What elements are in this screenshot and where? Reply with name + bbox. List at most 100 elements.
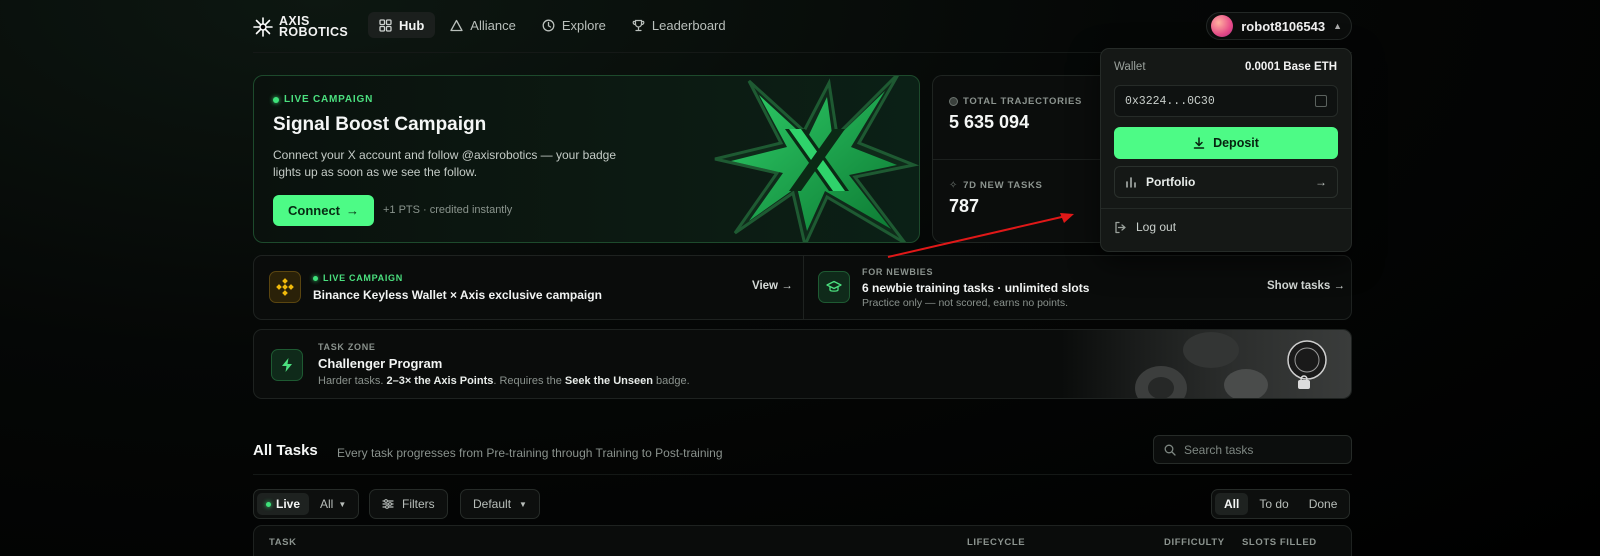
wallet-header: Wallet 0.0001 Base ETH — [1114, 61, 1337, 73]
binance-live-tag: LIVE CAMPAIGN — [313, 273, 403, 283]
challenger-banner-image — [1061, 330, 1351, 398]
portfolio-label: Portfolio — [1146, 175, 1196, 189]
menu-divider — [1101, 208, 1351, 209]
live-campaign-label: LIVE CAMPAIGN — [284, 94, 374, 105]
status-tab-all[interactable]: All — [1215, 493, 1249, 515]
filters-label: Filters — [402, 497, 435, 511]
total-trajectories-value: 5 635 094 — [949, 112, 1030, 132]
nav-label-leaderboard: Leaderboard — [651, 17, 726, 33]
wallet-address-field[interactable]: 0x3224...0C30 — [1114, 85, 1338, 117]
hero-description: Connect your X account and follow @axisr… — [273, 148, 617, 179]
download-icon — [1193, 137, 1205, 149]
logout-icon — [1115, 221, 1126, 233]
section-divider — [253, 474, 1352, 475]
filters-button[interactable]: Filters — [369, 489, 448, 519]
status-tab-label: To do — [1259, 497, 1289, 511]
deposit-label: Deposit — [1213, 136, 1259, 150]
total-trajectories-stat: TOTAL TRAJECTORIES 5 635 094 — [949, 96, 1082, 133]
robot-scene-illustration — [1135, 332, 1327, 398]
task-zone-tag: TASK ZONE — [318, 342, 376, 352]
grid-icon — [379, 18, 392, 32]
campaign-strip: LIVE CAMPAIGN Binance Keyless Wallet × A… — [253, 255, 1352, 320]
bar-chart-icon — [1126, 177, 1136, 188]
challenger-description: Harder tasks. 2–3× the Axis Points. Requ… — [318, 375, 690, 387]
all-tasks-title: All Tasks — [253, 442, 318, 459]
wallet-balance: 0.0001 Base ETH — [1244, 61, 1337, 73]
live-filter-toggle: Live All ▼ — [253, 489, 360, 519]
wallet-dropdown-menu: Wallet 0.0001 Base ETH 0x3224...0C30 Dep… — [1100, 48, 1352, 252]
filter-live[interactable]: Live — [257, 493, 310, 515]
column-slots-filled[interactable]: SLOTS FILLED — [1242, 537, 1317, 548]
sparkle-icon — [253, 17, 273, 37]
nav-menu: Hub Alliance Explore Leaderboard — [368, 12, 737, 38]
arrow-right-icon: → — [1333, 280, 1345, 292]
newbies-subtitle: Practice only — not scored, earns no poi… — [862, 297, 1069, 309]
binance-view-link[interactable]: View → — [752, 280, 793, 292]
deposit-button[interactable]: Deposit — [1114, 127, 1338, 159]
column-difficulty[interactable]: DIFFICULTY — [1164, 537, 1225, 548]
nav-item-explore[interactable]: Explore — [531, 12, 617, 38]
nav-item-hub[interactable]: Hub — [368, 12, 436, 38]
show-tasks-label: Show tasks — [1267, 280, 1331, 292]
search-placeholder: Search tasks — [1184, 442, 1254, 457]
connect-button-label: Connect — [288, 203, 340, 218]
new-tasks-value: 787 — [949, 196, 980, 216]
show-tasks-link[interactable]: Show tasks → — [1267, 280, 1345, 292]
trophy-icon — [632, 19, 645, 31]
challenger-desc-part: Harder tasks. — [318, 375, 387, 387]
username: robot8106543 — [1241, 18, 1326, 34]
caret-up-icon: ▲ — [1333, 21, 1342, 31]
sliders-icon — [382, 499, 394, 509]
filter-all-label: All — [320, 497, 334, 511]
nav-item-alliance[interactable]: Alliance — [439, 12, 527, 38]
copy-icon[interactable] — [1315, 95, 1327, 107]
strip-divider — [803, 256, 804, 319]
challenger-program-card[interactable]: TASK ZONE Challenger Program Harder task… — [253, 329, 1352, 399]
filter-all[interactable]: All ▼ — [311, 493, 355, 515]
brand-logo[interactable]: AXIS ROBOTICS — [253, 15, 349, 39]
challenger-desc-part: . Requires the — [493, 375, 565, 387]
challenger-desc-part: badge. — [652, 375, 690, 387]
filter-live-label: Live — [276, 497, 301, 511]
brand-name: AXIS ROBOTICS — [279, 15, 349, 39]
binance-tag-label: LIVE CAMPAIGN — [323, 273, 403, 283]
challenger-title: Challenger Program — [318, 356, 443, 371]
status-tab-done[interactable]: Done — [1300, 493, 1347, 515]
nav-label-alliance: Alliance — [470, 17, 516, 33]
logout-button[interactable]: Log out — [1114, 220, 1176, 234]
user-menu-button[interactable]: robot8106543 ▲ — [1206, 12, 1352, 40]
arrow-right-icon: → — [346, 203, 359, 218]
wallet-label: Wallet — [1114, 61, 1146, 73]
column-task[interactable]: TASK — [269, 537, 297, 548]
hero-title: Signal Boost Campaign — [273, 114, 487, 135]
points-note: +1 PTS · credited instantly — [383, 204, 513, 216]
search-input[interactable]: Search tasks — [1153, 435, 1352, 464]
brand-line-2: ROBOTICS — [279, 25, 349, 39]
chevron-down-icon: ▼ — [519, 499, 527, 509]
status-tabs: All To do Done — [1211, 489, 1351, 519]
column-lifecycle[interactable]: LIFECYCLE — [967, 537, 1025, 548]
nav-item-leaderboard[interactable]: Leaderboard — [621, 12, 737, 38]
sort-label: Default — [473, 497, 512, 511]
all-tasks-subtitle: Every task progresses from Pre-training … — [337, 446, 723, 460]
binance-campaign-title: Binance Keyless Wallet × Axis exclusive … — [313, 288, 602, 302]
stats-card: TOTAL TRAJECTORIES 5 635 094 ✧ 7D NEW TA… — [932, 75, 1113, 243]
logout-label: Log out — [1136, 220, 1177, 234]
task-table-header: TASK LIFECYCLE DIFFICULTY SLOTS FILLED — [253, 525, 1352, 556]
status-tab-label: Done — [1308, 497, 1338, 511]
triangle-icon — [450, 19, 463, 31]
compass-icon — [542, 19, 555, 31]
total-trajectories-label: TOTAL TRAJECTORIES — [963, 96, 1083, 107]
status-tab-todo[interactable]: To do — [1250, 493, 1297, 515]
signal-boost-campaign-card: LIVE CAMPAIGN Signal Boost Campaign Conn… — [253, 75, 920, 243]
portfolio-button[interactable]: Portfolio → — [1114, 166, 1338, 198]
graduation-cap-icon — [826, 280, 842, 292]
binance-icon — [276, 278, 294, 296]
nav-label-hub: Hub — [399, 17, 425, 33]
new-tasks-stat: ✧ 7D NEW TASKS 787 — [949, 180, 1043, 217]
sort-select[interactable]: Default ▼ — [460, 489, 540, 519]
lightning-icon — [282, 358, 292, 372]
axis-points-multiplier: 2–3× the Axis Points — [386, 375, 494, 387]
search-icon — [1164, 444, 1176, 456]
connect-button[interactable]: Connect → — [273, 195, 374, 226]
